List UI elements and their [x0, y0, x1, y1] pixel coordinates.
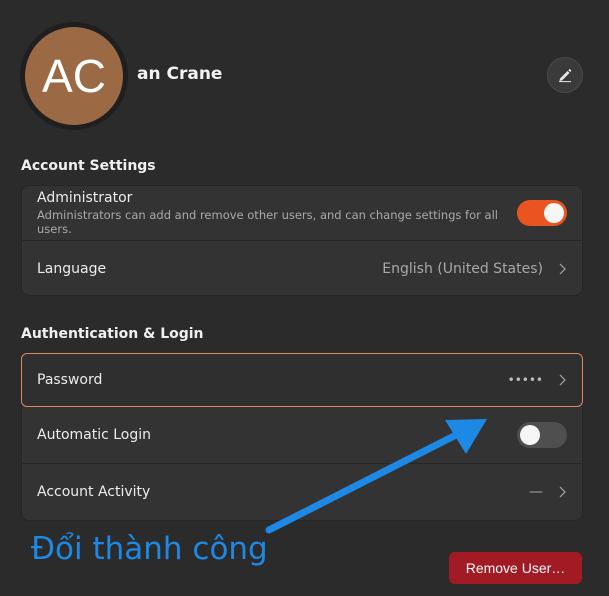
password-value: •••••	[507, 373, 543, 387]
avatar-initials: AC	[25, 27, 123, 125]
remove-user-button[interactable]: Remove User…	[449, 552, 582, 584]
automatic-login-toggle[interactable]	[517, 422, 567, 448]
account-activity-label: Account Activity	[37, 484, 151, 500]
administrator-text: Administrator Administrators can add and…	[37, 190, 517, 236]
account-settings-group: Administrator Administrators can add and…	[21, 185, 583, 296]
password-label: Password	[37, 372, 103, 388]
password-control: •••••	[508, 373, 567, 387]
pencil-icon	[559, 69, 572, 83]
annotation-text: Đổi thành công	[31, 531, 268, 567]
account-activity-row[interactable]: Account Activity —	[22, 464, 582, 520]
authentication-group: Password ••••• Automatic Login Account A…	[21, 353, 583, 521]
automatic-login-row[interactable]: Automatic Login	[22, 407, 582, 464]
chevron-right-icon	[559, 486, 566, 498]
section-title-authentication: Authentication & Login	[21, 326, 204, 342]
administrator-toggle[interactable]	[517, 200, 567, 226]
automatic-login-label: Automatic Login	[37, 427, 152, 443]
language-row[interactable]: Language English (United States)	[22, 241, 582, 296]
user-name: an Crane	[137, 64, 223, 84]
administrator-label: Administrator	[37, 190, 133, 206]
administrator-row[interactable]: Administrator Administrators can add and…	[22, 186, 582, 241]
administrator-control	[517, 200, 567, 226]
account-activity-control: —	[529, 484, 567, 500]
toggle-knob	[520, 425, 540, 445]
edit-name-button[interactable]	[547, 57, 583, 93]
user-account-panel: AC an Crane Account Settings Administrat…	[0, 0, 609, 596]
section-title-account-settings: Account Settings	[21, 158, 156, 174]
toggle-knob	[544, 203, 564, 223]
automatic-login-control	[517, 422, 567, 448]
language-control: English (United States)	[382, 261, 567, 277]
language-label: Language	[37, 260, 107, 277]
chevron-right-icon	[559, 374, 566, 386]
password-row[interactable]: Password •••••	[21, 353, 583, 407]
administrator-description: Administrators can add and remove other …	[37, 208, 498, 236]
chevron-right-icon	[559, 263, 566, 274]
language-value: English (United States)	[382, 260, 543, 277]
avatar[interactable]: AC	[20, 22, 128, 130]
account-activity-value: —	[529, 484, 543, 500]
